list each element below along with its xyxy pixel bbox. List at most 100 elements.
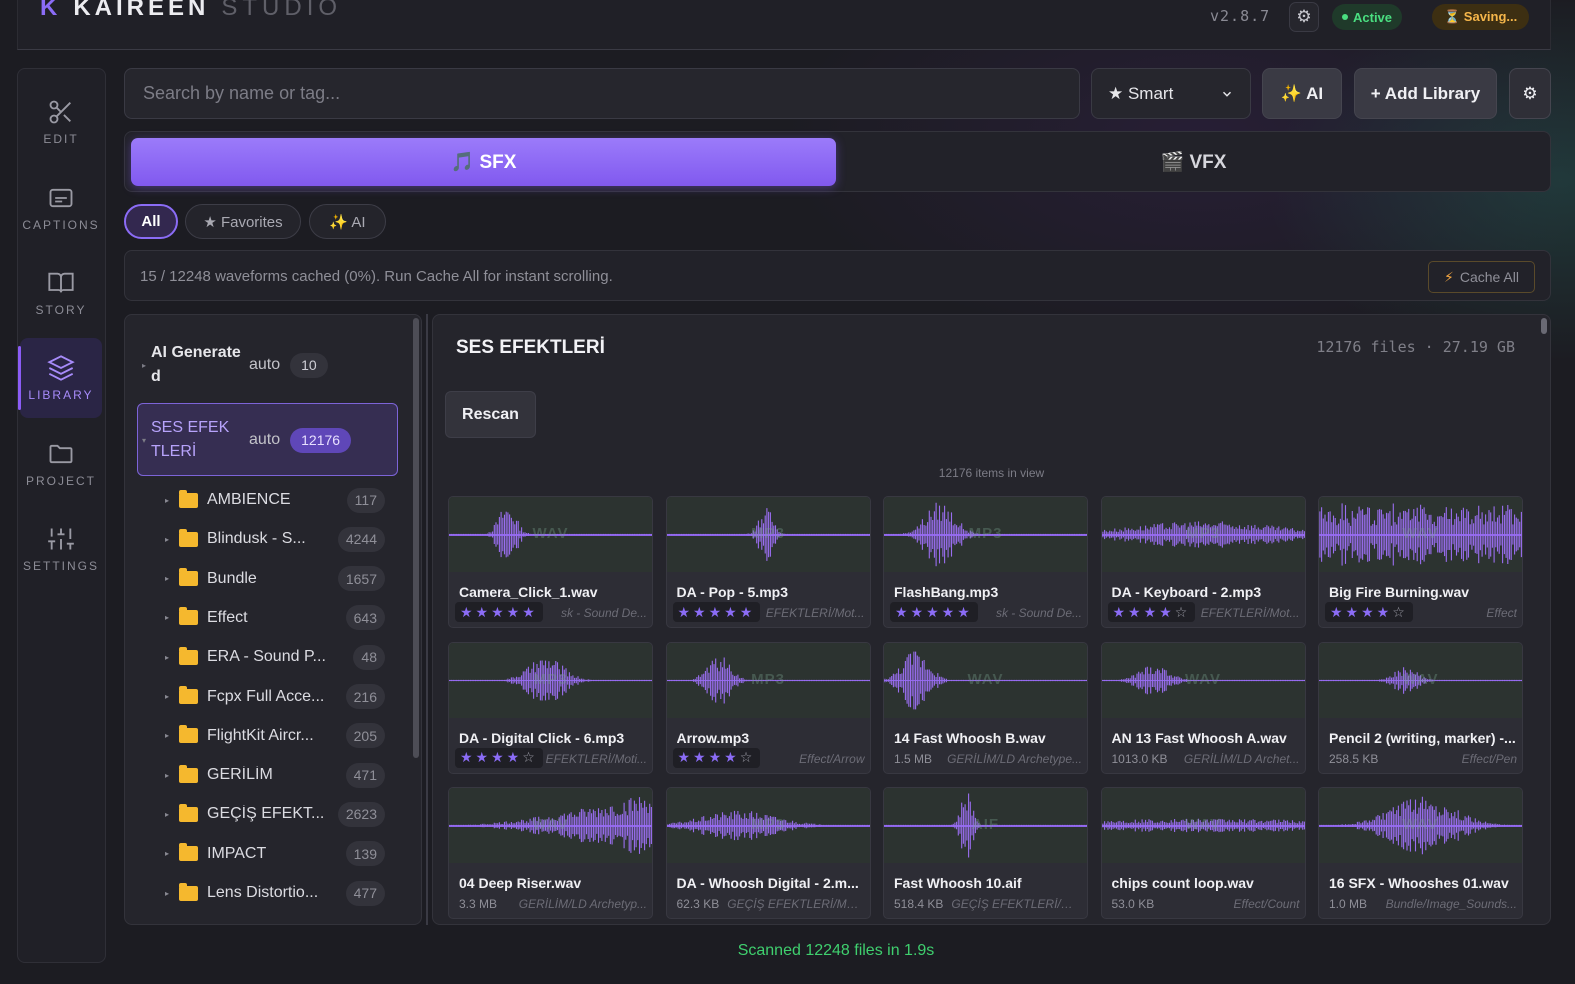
sound-card[interactable]: WAV Camera_Click_1.wav ★★★★★ sk - Sound De.… — [448, 496, 653, 628]
sort-select[interactable]: ★ Smart — [1091, 68, 1251, 119]
sound-file-size: 258.5 KB — [1329, 751, 1379, 766]
cache-all-button[interactable]: ⚡ Cache All — [1428, 261, 1535, 293]
captions-icon — [49, 188, 73, 208]
library-settings-button[interactable]: ⚙ — [1509, 68, 1551, 119]
waveform-preview[interactable]: WAV — [1101, 788, 1305, 863]
top-bar: K KAIREEN STUDIO v2.8.7 ⚙ Active ⏳ Savin… — [17, 0, 1551, 50]
waveform-preview[interactable]: WAV — [1319, 642, 1522, 718]
sound-card[interactable]: WAV chips count loop.wav 53.0 KB Effect/Cou… — [1100, 787, 1306, 919]
tab-sfx[interactable]: 🎵 SFX — [131, 138, 836, 186]
sidebar-item-settings[interactable]: SETTINGS — [20, 509, 102, 589]
tree-folder-row[interactable]: ▸ ERA - Sound P... 48 — [165, 641, 385, 673]
sound-card[interactable]: MP3 Arrow.mp3 ★★★★ ☆ Effect/Arrow — [665, 641, 871, 774]
sound-file-size: 1.0 MB — [1329, 897, 1368, 911]
filter-ai-chip[interactable]: ✨ AI — [309, 204, 386, 239]
scissors-icon — [49, 100, 71, 124]
tree-folder-count: 205 — [345, 723, 385, 749]
sound-card[interactable]: WAV 04 Deep Riser.wav 3.3 MB GERİLİM/LD Arc… — [448, 787, 653, 919]
tree-folder-row[interactable]: ▸ Bundle 1657 — [165, 563, 385, 595]
sound-meta: 1.0 MB Bundle/Image_Sounds... — [1329, 897, 1517, 911]
waveform-preview[interactable]: MP3 — [1101, 497, 1305, 572]
waveform-preview[interactable]: WAV — [1319, 497, 1522, 572]
folder-icon — [179, 843, 198, 862]
sound-card[interactable]: WAV 16 SFX - Whooshes 01.wav 1.0 MB Bundle/… — [1318, 787, 1523, 919]
tab-vfx[interactable]: 🎬 VFX — [841, 138, 1546, 186]
tree-folder-row[interactable]: ▸ AMBIENCE 117 — [165, 484, 385, 516]
rating-stars[interactable]: ★★★★ ☆ — [1325, 602, 1413, 622]
filter-favorites-chip[interactable]: ★ Favorites — [185, 204, 301, 239]
tree-root-count: 12176 — [290, 427, 352, 453]
tree-scrollbar[interactable] — [413, 318, 419, 758]
tree-folder-row[interactable]: ▸ GEÇİŞ EFEKT... 2623 — [165, 798, 385, 830]
media-type-switch: 🎵 SFX 🎬 VFX — [124, 131, 1551, 192]
tree-root-ses-efektleri[interactable]: ▾ SES EFEK TLERİ auto 12176 — [137, 416, 352, 464]
rescan-button[interactable]: Rescan — [445, 391, 536, 438]
format-watermark: WAV — [532, 525, 569, 542]
search-input[interactable] — [124, 68, 1080, 119]
rating-stars[interactable]: ★★★★ ☆ — [672, 747, 761, 768]
rating-stars[interactable]: ★★★★ ☆ — [1107, 602, 1196, 622]
rating-stars[interactable]: ★★★★ ☆ — [455, 747, 543, 768]
folder-icon — [179, 568, 198, 587]
tree-folder-row[interactable]: ▸ FlightKit Aircr... 205 — [165, 720, 385, 752]
tree-folder-row[interactable]: ▸ Blindusk - S... 4244 — [165, 523, 385, 555]
waveform-preview[interactable]: WAV — [884, 642, 1087, 718]
rating-stars[interactable]: ★★★★★ — [890, 602, 978, 622]
sound-file-name: chips count loop.wav — [1111, 875, 1254, 891]
tree-folder-count: 117 — [346, 487, 385, 513]
gear-icon: ⚙ — [1296, 7, 1312, 26]
format-watermark: AIF — [971, 816, 1000, 833]
sound-meta: 62.3 KB GEÇİŞ EFEKTLERİ/Mot... — [677, 897, 865, 911]
sound-card[interactable]: MP3 DA - Pop - 5.mp3 ★★★★★ EFEKTLERİ/Mot... — [665, 496, 871, 628]
sidebar-item-project[interactable]: PROJECT — [20, 424, 102, 504]
cache-banner: 15 / 12248 waveforms cached (0%). Run Ca… — [124, 250, 1551, 301]
sound-card[interactable]: WAV 14 Fast Whoosh B.wav 1.5 MB GERİLİM/LD … — [883, 641, 1088, 774]
folder-icon — [179, 725, 198, 744]
tree-folder-row[interactable]: ▸ GERİLİM 471 — [165, 759, 385, 791]
format-watermark: MP3 — [751, 670, 785, 688]
waveform-preview[interactable]: MP3 — [449, 642, 652, 718]
rating-stars[interactable]: ★★★★★ — [672, 602, 761, 622]
waveform-preview[interactable]: WAV — [449, 497, 652, 572]
settings-gear-button[interactable]: ⚙ — [1289, 2, 1319, 32]
brand-name: KAIREEN — [73, 0, 210, 21]
add-library-button[interactable]: + Add Library — [1354, 68, 1497, 119]
waveform-preview[interactable]: MP3 — [666, 497, 870, 572]
sound-meta: 3.3 MB GERİLİM/LD Archetyp... — [459, 897, 647, 911]
tree-folder-row[interactable]: ▸ Lens Distortio... 477 — [165, 877, 385, 909]
tree-folder-row[interactable]: ▸ Fcpx Full Acce... 216 — [165, 681, 385, 713]
waveform-preview[interactable]: WAV — [449, 788, 652, 863]
tree-folder-row[interactable]: ▸ Effect 643 — [165, 602, 385, 634]
sidebar-item-edit[interactable]: EDIT — [20, 82, 102, 162]
folder-icon — [179, 489, 198, 508]
sidebar-item-story[interactable]: STORY — [20, 253, 102, 333]
waveform-preview[interactable]: MP3 — [884, 497, 1087, 572]
tree-folder-name: GERİLİM — [207, 766, 273, 784]
ai-search-button[interactable]: ✨ AI — [1262, 68, 1342, 119]
sidebar-item-captions[interactable]: CAPTIONS — [20, 168, 102, 248]
sidebar-item-library[interactable]: LIBRARY — [18, 338, 102, 418]
sound-card[interactable]: WAV Pencil 2 (writing, marker) -... 258.5 … — [1318, 641, 1523, 774]
sound-card[interactable]: WAV AN 13 Fast Whoosh A.wav 1013.0 KB GERİL… — [1100, 641, 1306, 774]
folder-icon — [179, 764, 198, 783]
waveform-preview[interactable]: WAV — [1319, 788, 1522, 863]
waveform-preview[interactable]: WAV — [1101, 642, 1305, 718]
waveform-preview[interactable]: AIF — [884, 788, 1087, 863]
tree-root-ai-generated[interactable]: ▸ AI Generate d auto 10 — [137, 341, 328, 389]
sound-card[interactable]: MP3 FlashBang.mp3 ★★★★★ sk - Sound De... — [883, 496, 1088, 628]
sound-file-path: GERİLİM/LD Archetyp... — [518, 897, 647, 911]
library-scrollbar[interactable] — [1541, 318, 1547, 334]
sound-card[interactable]: MP3 DA - Digital Click - 6.mp3 ★★★★ ☆ EFEKTL… — [448, 641, 653, 774]
sound-card[interactable]: MP3 DA - Whoosh Digital - 2.m... 62.3 KB GE… — [665, 787, 871, 919]
waveform-preview[interactable]: MP3 — [666, 642, 870, 718]
filter-all-chip[interactable]: All — [124, 204, 178, 239]
sound-card[interactable]: MP3 DA - Keyboard - 2.mp3 ★★★★ ☆ EFEKTLERİ/M… — [1100, 496, 1306, 628]
sound-card[interactable]: AIF Fast Whoosh 10.aif 518.4 KB GEÇİŞ EFEKT… — [883, 787, 1088, 919]
rating-stars[interactable]: ★★★★★ — [455, 602, 543, 622]
waveform-preview[interactable]: MP3 — [666, 788, 870, 863]
panel-divider[interactable] — [426, 314, 428, 925]
caret-right-icon: ▸ — [165, 534, 170, 544]
tree-folder-row[interactable]: ▸ IMPACT 139 — [165, 838, 385, 870]
sound-card[interactable]: WAV Big Fire Burning.wav ★★★★ ☆ Effect — [1318, 496, 1523, 628]
tree-folder-count: 48 — [353, 644, 385, 670]
